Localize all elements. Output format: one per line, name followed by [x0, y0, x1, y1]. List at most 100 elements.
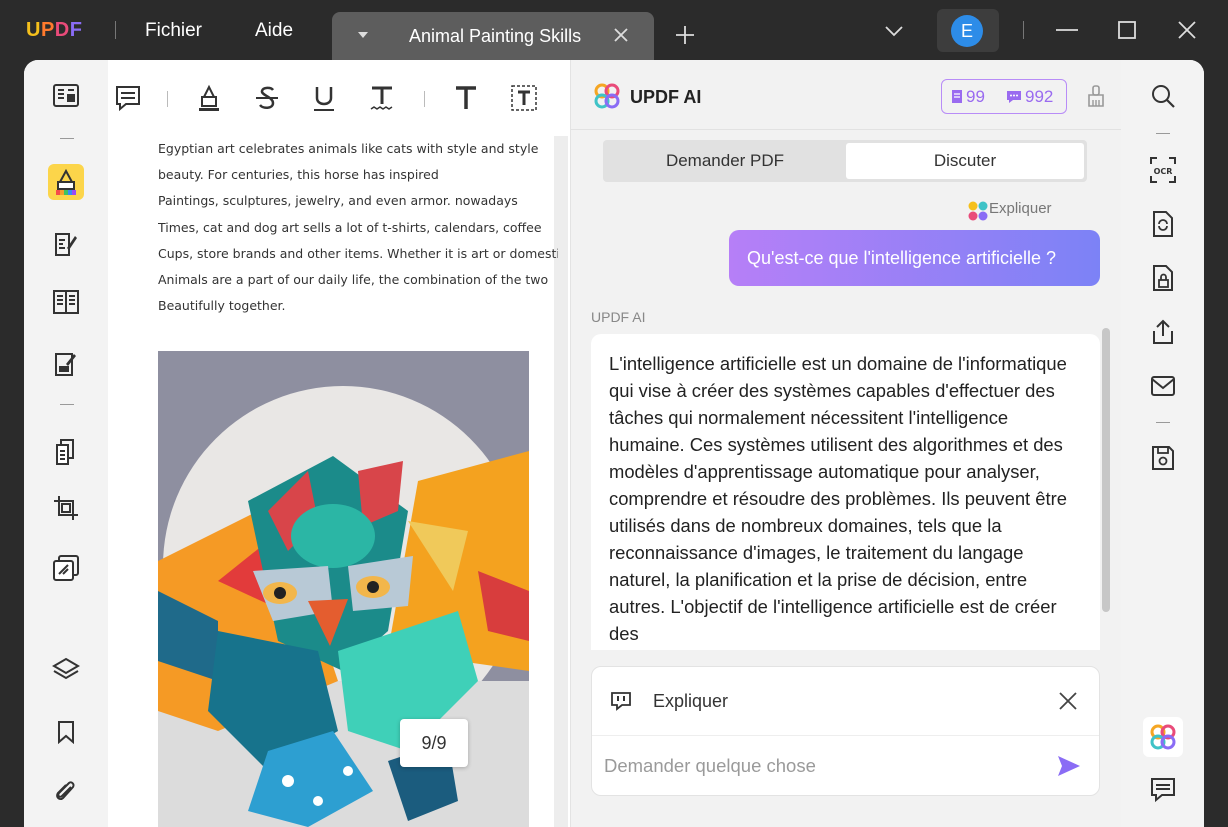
ai-sender-label: UPDF AI [591, 309, 646, 325]
divider [1156, 422, 1170, 423]
share-button[interactable] [1143, 312, 1183, 352]
credits-badge[interactable]: 99 992 [941, 79, 1067, 114]
divider [1156, 133, 1170, 134]
document-viewport[interactable]: Egyptian art celebrates animals like cat… [108, 136, 568, 827]
comment-list-icon [1151, 778, 1175, 803]
highlight-tool[interactable] [194, 82, 224, 114]
form-edit-icon [55, 353, 76, 376]
ai-title: UPDF AI [630, 87, 702, 107]
updf-logo: UPDF [26, 19, 83, 41]
attachment-button[interactable] [48, 774, 84, 810]
layers-icon [52, 657, 80, 680]
email-button[interactable] [1143, 366, 1183, 406]
divider [60, 138, 74, 139]
text-line: Beautifully together. [158, 298, 286, 314]
tab-discuter[interactable]: Discuter [846, 143, 1084, 179]
highlighter-icon [56, 168, 76, 195]
ask-input[interactable] [604, 750, 1044, 782]
comment-tool-button[interactable] [48, 164, 84, 200]
input-row [592, 735, 1099, 795]
text-line: beauty. For centuries, this horse has in… [158, 167, 439, 183]
minimize-icon[interactable] [1056, 28, 1078, 32]
document-credit-count: 99 [966, 87, 985, 106]
divider [60, 404, 74, 405]
pdf-page: Egyptian art celebrates animals like cat… [108, 136, 558, 827]
paperclip-icon [56, 781, 75, 801]
organize-pages-button[interactable] [48, 434, 84, 470]
explain-dots-icon [968, 201, 988, 221]
tab-demander-pdf[interactable]: Demander PDF [606, 143, 844, 179]
close-icon[interactable] [1059, 692, 1077, 710]
tab-dropdown-icon[interactable] [358, 32, 368, 38]
explain-bubble-icon [611, 692, 631, 711]
search-button[interactable] [1143, 76, 1183, 116]
form-button[interactable] [48, 346, 84, 382]
page-organize-button[interactable] [48, 284, 84, 320]
bookmark-button[interactable] [48, 714, 84, 750]
layers-convert-icon [53, 555, 79, 581]
protect-button[interactable] [1143, 258, 1183, 298]
squiggly-tool[interactable] [367, 82, 397, 114]
comments-panel-button[interactable] [1143, 770, 1183, 810]
text-tool[interactable] [451, 82, 481, 114]
divider [424, 91, 425, 107]
convert-button[interactable] [48, 550, 84, 586]
app-window: Egyptian art celebrates animals like cat… [24, 60, 1204, 827]
mode-switch: Demander PDF Discuter [603, 140, 1087, 182]
edit-document-icon [55, 233, 77, 256]
avatar-letter: E [951, 15, 983, 47]
text-line: Egyptian art celebrates animals like cat… [158, 141, 539, 156]
prompt-context: Expliquer [592, 667, 1099, 733]
strikethrough-icon [256, 86, 278, 109]
underline-tool[interactable] [309, 82, 339, 114]
convert-pdf-button[interactable] [1143, 204, 1183, 244]
menu-fichier[interactable]: Fichier [145, 20, 202, 42]
comment-tool[interactable] [113, 82, 143, 114]
share-icon [1153, 319, 1173, 344]
search-icon [1152, 85, 1175, 108]
annotation-toolbar [108, 60, 568, 136]
chat-credit-icon [1007, 91, 1021, 103]
page-number-indicator[interactable]: 9/9 [400, 719, 468, 767]
updf-ai-logo-icon [594, 83, 620, 109]
right-tool-rail: OCR [1121, 60, 1204, 827]
document-tab[interactable]: Animal Painting Skills [332, 12, 654, 60]
layers-button[interactable] [48, 652, 84, 688]
close-window-icon[interactable] [1178, 21, 1196, 39]
chat-scrollbar[interactable] [1102, 328, 1110, 612]
avatar[interactable]: E [937, 9, 999, 52]
divider [1023, 21, 1024, 39]
send-icon[interactable] [1056, 754, 1082, 778]
new-tab-icon[interactable] [674, 24, 696, 46]
text-line: Times, cat and dog art sells a lot of t-… [158, 219, 542, 235]
prompt-composer: Expliquer [591, 666, 1100, 796]
crop-icon [54, 496, 78, 520]
divider [167, 91, 168, 107]
text-line: Animals are a part of our daily life, th… [158, 272, 549, 288]
textbox-tool[interactable] [509, 82, 539, 114]
reader-mode-button[interactable] [48, 78, 84, 114]
ocr-button[interactable]: OCR [1143, 150, 1183, 190]
ai-response: L'intelligence artificielle est un domai… [591, 334, 1100, 650]
updf-ai-button[interactable] [1143, 717, 1183, 757]
crop-button[interactable] [48, 490, 84, 526]
strikethrough-tool[interactable] [252, 82, 282, 114]
chevron-down-icon[interactable] [884, 24, 904, 38]
ocr-icon: OCR [1150, 157, 1176, 183]
chat-history[interactable]: Expliquer Qu'est-ce que l'intelligence a… [571, 190, 1122, 650]
marker-icon [199, 84, 219, 111]
clear-brush-icon[interactable] [1087, 84, 1105, 108]
tab-title: Animal Painting Skills [409, 26, 582, 46]
tab-close-icon[interactable] [612, 26, 630, 44]
context-label: Expliquer [653, 691, 729, 711]
pages-stack-icon [56, 439, 74, 465]
menu-aide[interactable]: Aide [255, 20, 293, 42]
title-bar: UPDF Fichier Aide Animal Painting Skills… [0, 0, 1228, 60]
underline-icon [314, 87, 334, 111]
text-icon [456, 86, 476, 109]
two-page-icon [53, 290, 79, 314]
save-button[interactable] [1143, 438, 1183, 478]
maximize-icon[interactable] [1118, 21, 1136, 39]
edit-pdf-button[interactable] [48, 226, 84, 262]
prompt-type-label: Expliquer [989, 200, 1052, 217]
